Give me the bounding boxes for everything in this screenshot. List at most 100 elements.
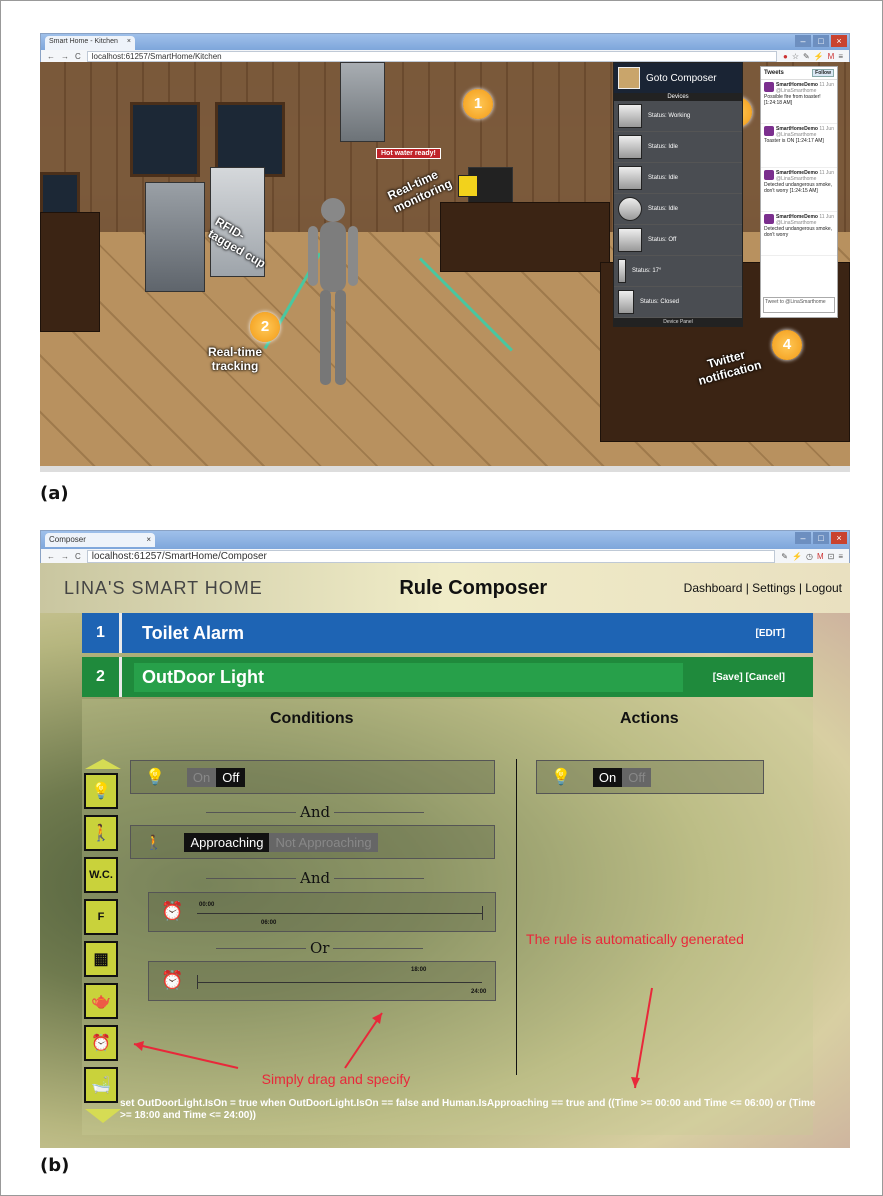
close-window-icon[interactable]: × bbox=[831, 532, 847, 544]
annotation-generated: The rule is automatically generated bbox=[526, 931, 744, 947]
close-icon[interactable]: × bbox=[127, 38, 131, 48]
minimize-icon[interactable]: – bbox=[795, 35, 811, 47]
extension-icon[interactable]: ● bbox=[783, 52, 788, 61]
condition-light[interactable]: 💡 On Off bbox=[130, 760, 495, 794]
device-row-microwave[interactable]: Status: Working bbox=[614, 101, 742, 132]
follow-button[interactable]: Follow bbox=[812, 69, 834, 77]
off-option[interactable]: Off bbox=[622, 767, 652, 787]
tweet-item[interactable]: 11 Jun SmartHomeDemo @LinaSmarthome Detecte… bbox=[761, 212, 837, 256]
extension-icon[interactable]: ✎ bbox=[803, 52, 810, 61]
light-toggle[interactable]: On Off bbox=[186, 767, 246, 787]
device-status: Status: Idle bbox=[648, 144, 679, 150]
back-icon[interactable]: ← bbox=[47, 52, 55, 61]
gmail-icon[interactable]: M bbox=[828, 52, 835, 61]
generated-rule-text: set OutDoorLight.IsOn = true when OutDoo… bbox=[120, 1098, 816, 1121]
rule-name-input[interactable]: OutDoor Light bbox=[134, 662, 683, 692]
approaching-option[interactable]: Approaching bbox=[184, 832, 270, 852]
star-icon[interactable]: ☆ bbox=[792, 52, 799, 61]
motion-toggle[interactable]: Approaching Not Approaching bbox=[184, 832, 378, 852]
tweet-item[interactable]: 11 Jun SmartHomeDemo @LinaSmarthome Possibl… bbox=[761, 80, 837, 124]
tweet-text: Detected undangerous smoke, don't worry … bbox=[764, 182, 833, 194]
action-light[interactable]: 💡 On Off bbox=[536, 760, 764, 794]
tweet-to-input[interactable]: Tweet to @LinaSmarthome bbox=[763, 297, 835, 313]
motion-icon[interactable]: 🚶 bbox=[84, 815, 118, 851]
extension-icon[interactable]: ✎ bbox=[781, 552, 788, 561]
close-window-icon[interactable]: × bbox=[831, 35, 847, 47]
kitchen-window bbox=[130, 102, 200, 177]
extension-icon[interactable]: ⊡ bbox=[828, 552, 835, 561]
on-option[interactable]: On bbox=[186, 767, 217, 787]
time-slider-start bbox=[197, 975, 198, 989]
condition-motion[interactable]: 🚶 Approaching Not Approaching bbox=[130, 825, 495, 859]
toilet-icon[interactable]: W.C. bbox=[84, 857, 118, 893]
minimize-icon[interactable]: – bbox=[795, 532, 811, 544]
kitchen-3d-scene[interactable]: Hot water ready! 1 2 3 4 Real-time monit… bbox=[40, 62, 850, 467]
light-bulb-icon[interactable]: 💡 bbox=[84, 773, 118, 809]
window-controls: – □ × bbox=[795, 35, 847, 47]
device-row-fridge[interactable]: Status: Closed bbox=[614, 287, 742, 318]
menu-icon[interactable]: ≡ bbox=[838, 52, 843, 61]
rule-composer-page: LINA'S SMART HOME Rule Composer Dashboar… bbox=[40, 563, 850, 1148]
time-range-condition-1[interactable]: ⏰ 00:00 06:00 bbox=[148, 892, 496, 932]
avatar bbox=[764, 170, 774, 180]
top-nav-links[interactable]: Dashboard | Settings | Logout bbox=[684, 581, 842, 595]
forward-icon[interactable]: → bbox=[61, 52, 69, 61]
reload-icon[interactable]: C bbox=[75, 52, 81, 61]
back-icon[interactable]: ← bbox=[47, 552, 55, 561]
extension-icon[interactable]: ⚡ bbox=[814, 52, 824, 61]
device-row-toaster[interactable]: Status: Idle bbox=[614, 163, 742, 194]
on-option[interactable]: On bbox=[592, 767, 623, 787]
save-cancel-buttons[interactable]: [Save] [Cancel] bbox=[713, 672, 785, 683]
device-status: Status: Idle bbox=[648, 175, 679, 181]
tweet-date: 11 Jun bbox=[819, 82, 834, 88]
time-slider-track[interactable] bbox=[197, 982, 482, 983]
time-range-condition-2[interactable]: ⏰ 18:00 24:00 bbox=[148, 961, 496, 1001]
tweets-header: Tweets Follow bbox=[761, 67, 837, 80]
microwave-icon[interactable]: ▦ bbox=[84, 941, 118, 977]
figure-label-b: (b) bbox=[40, 1155, 70, 1176]
composer-browser-window: Composer × – □ × ← → C localhost:61257/Sm… bbox=[40, 530, 850, 566]
device-row-smoke-detector[interactable]: Status: Idle bbox=[614, 194, 742, 225]
start-time-label: 18:00 bbox=[411, 967, 427, 973]
browser-tab-kitchen[interactable]: Smart Home - Kitchen × bbox=[45, 36, 135, 50]
alarm-clock-icon[interactable]: ⏰ bbox=[84, 1025, 118, 1061]
highlighted-device[interactable] bbox=[458, 175, 478, 197]
twitter-widget: Tweets Follow 11 Jun SmartHomeDemo @LinaSma… bbox=[760, 66, 838, 318]
rule-row-toilet-alarm[interactable]: 1 Toilet Alarm [EDIT] bbox=[82, 613, 813, 653]
forward-icon[interactable]: → bbox=[61, 552, 69, 561]
clock-icon[interactable]: ◷ bbox=[806, 552, 813, 561]
oven[interactable] bbox=[145, 182, 205, 292]
time-slider-track[interactable] bbox=[197, 913, 482, 914]
tweet-date: 11 Jun bbox=[819, 170, 834, 176]
kettle-icon[interactable]: 🫖 bbox=[84, 983, 118, 1019]
kitchen-window bbox=[215, 102, 285, 177]
edit-button[interactable]: [EDIT] bbox=[756, 628, 785, 639]
goto-composer-button[interactable]: Goto Composer bbox=[614, 63, 742, 93]
reload-icon[interactable]: C bbox=[75, 552, 81, 561]
bathtub-icon[interactable]: 🛁 bbox=[84, 1067, 118, 1103]
scroll-up-icon[interactable] bbox=[85, 759, 121, 769]
maximize-icon[interactable]: □ bbox=[813, 35, 829, 47]
device-row-thermometer[interactable]: Status: 17° bbox=[614, 256, 742, 287]
tweets-title: Tweets bbox=[764, 70, 784, 76]
fridge-icon[interactable]: F bbox=[84, 899, 118, 935]
gmail-icon[interactable]: M bbox=[817, 552, 824, 561]
horizontal-scrollbar[interactable] bbox=[40, 466, 850, 472]
tweet-item[interactable]: 11 Jun SmartHomeDemo @LinaSmarthome Toaster… bbox=[761, 124, 837, 168]
url-field[interactable]: localhost:61257/SmartHome/Composer bbox=[86, 550, 776, 563]
scroll-down-icon[interactable] bbox=[85, 1109, 121, 1123]
action-light-toggle[interactable]: On Off bbox=[592, 767, 652, 787]
menu-icon[interactable]: ≡ bbox=[838, 552, 843, 561]
off-option[interactable]: Off bbox=[216, 767, 246, 787]
url-field[interactable]: localhost:61257/SmartHome/Kitchen bbox=[86, 51, 777, 62]
rule-row-outdoor-light[interactable]: 2 OutDoor Light [Save] [Cancel] bbox=[82, 657, 813, 697]
close-icon[interactable]: × bbox=[146, 535, 151, 545]
not-approaching-option[interactable]: Not Approaching bbox=[269, 832, 378, 852]
maximize-icon[interactable]: □ bbox=[813, 532, 829, 544]
conditions-heading: Conditions bbox=[270, 710, 354, 727]
extension-icon[interactable]: ⚡ bbox=[792, 552, 802, 561]
tweet-item[interactable]: 11 Jun SmartHomeDemo @LinaSmarthome Detecte… bbox=[761, 168, 837, 212]
browser-tab-composer[interactable]: Composer × bbox=[45, 533, 155, 547]
device-row-light[interactable]: Status: Off bbox=[614, 225, 742, 256]
device-row-kettle[interactable]: Status: Idle bbox=[614, 132, 742, 163]
